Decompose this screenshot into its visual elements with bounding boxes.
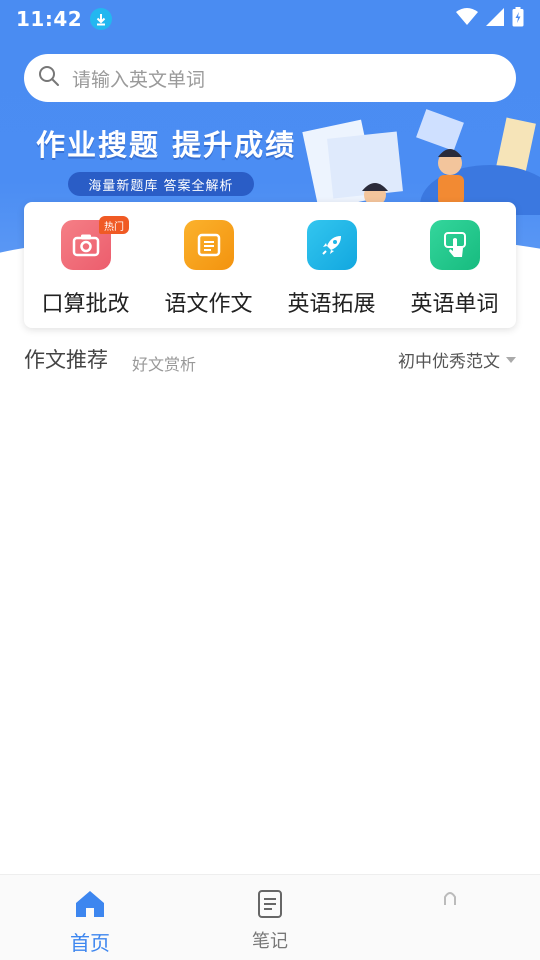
search-placeholder: 请输入英文单词 [72, 68, 206, 91]
tab-notes[interactable]: 笔记 [180, 875, 360, 960]
tab-label: 首页 [70, 931, 110, 955]
search-input[interactable]: 请输入英文单词 [24, 54, 516, 102]
grade-filter-dropdown[interactable]: 初中优秀范文 [398, 347, 516, 372]
feature-label: 口算批改 [41, 292, 130, 317]
wifi-icon [456, 8, 478, 30]
banner-title: 作业搜题 提升成绩 [36, 128, 297, 162]
bottom-nav: 首页 笔记 [0, 874, 540, 960]
document-icon [183, 220, 234, 270]
feature-yingyu-tuozhan[interactable]: 英语拓展 [270, 202, 393, 328]
filter-label: 初中优秀范文 [398, 352, 500, 372]
section-title: 作文推荐 [24, 348, 108, 372]
tab-label: 笔记 [252, 931, 288, 952]
tab-home[interactable]: 首页 [0, 875, 180, 960]
notes-icon [256, 889, 284, 923]
feature-label: 语文作文 [164, 292, 253, 317]
banner-subtitle: 海量新题库 答案全解析 [68, 172, 254, 196]
caret-down-icon [506, 356, 516, 363]
banner-illustration [302, 109, 540, 215]
battery-charging-icon [512, 7, 524, 31]
home-icon [74, 889, 106, 923]
download-icon [90, 8, 113, 30]
section-subtitle: 好文赏析 [132, 355, 197, 374]
feature-yuwen-zuowen[interactable]: 语文作文 [147, 202, 270, 328]
search-icon [38, 65, 60, 91]
feature-yingyu-danci[interactable]: 英语单词 [393, 202, 516, 328]
feature-label: 英语拓展 [287, 292, 376, 317]
tab-profile[interactable] [360, 875, 540, 960]
status-time: 11:42 [16, 7, 83, 31]
rocket-icon [306, 220, 357, 270]
feature-card: 热门 口算批改 语文作文 英语拓展 英语单词 [24, 202, 516, 328]
profile-icon [436, 889, 464, 923]
feature-kousuan-pigai[interactable]: 热门 口算批改 [24, 202, 147, 328]
hot-badge: 热门 [99, 216, 129, 234]
signal-icon [486, 8, 504, 30]
tap-icon [429, 220, 480, 270]
feature-label: 英语单词 [410, 292, 499, 317]
status-bar: 11:42 [0, 0, 540, 38]
